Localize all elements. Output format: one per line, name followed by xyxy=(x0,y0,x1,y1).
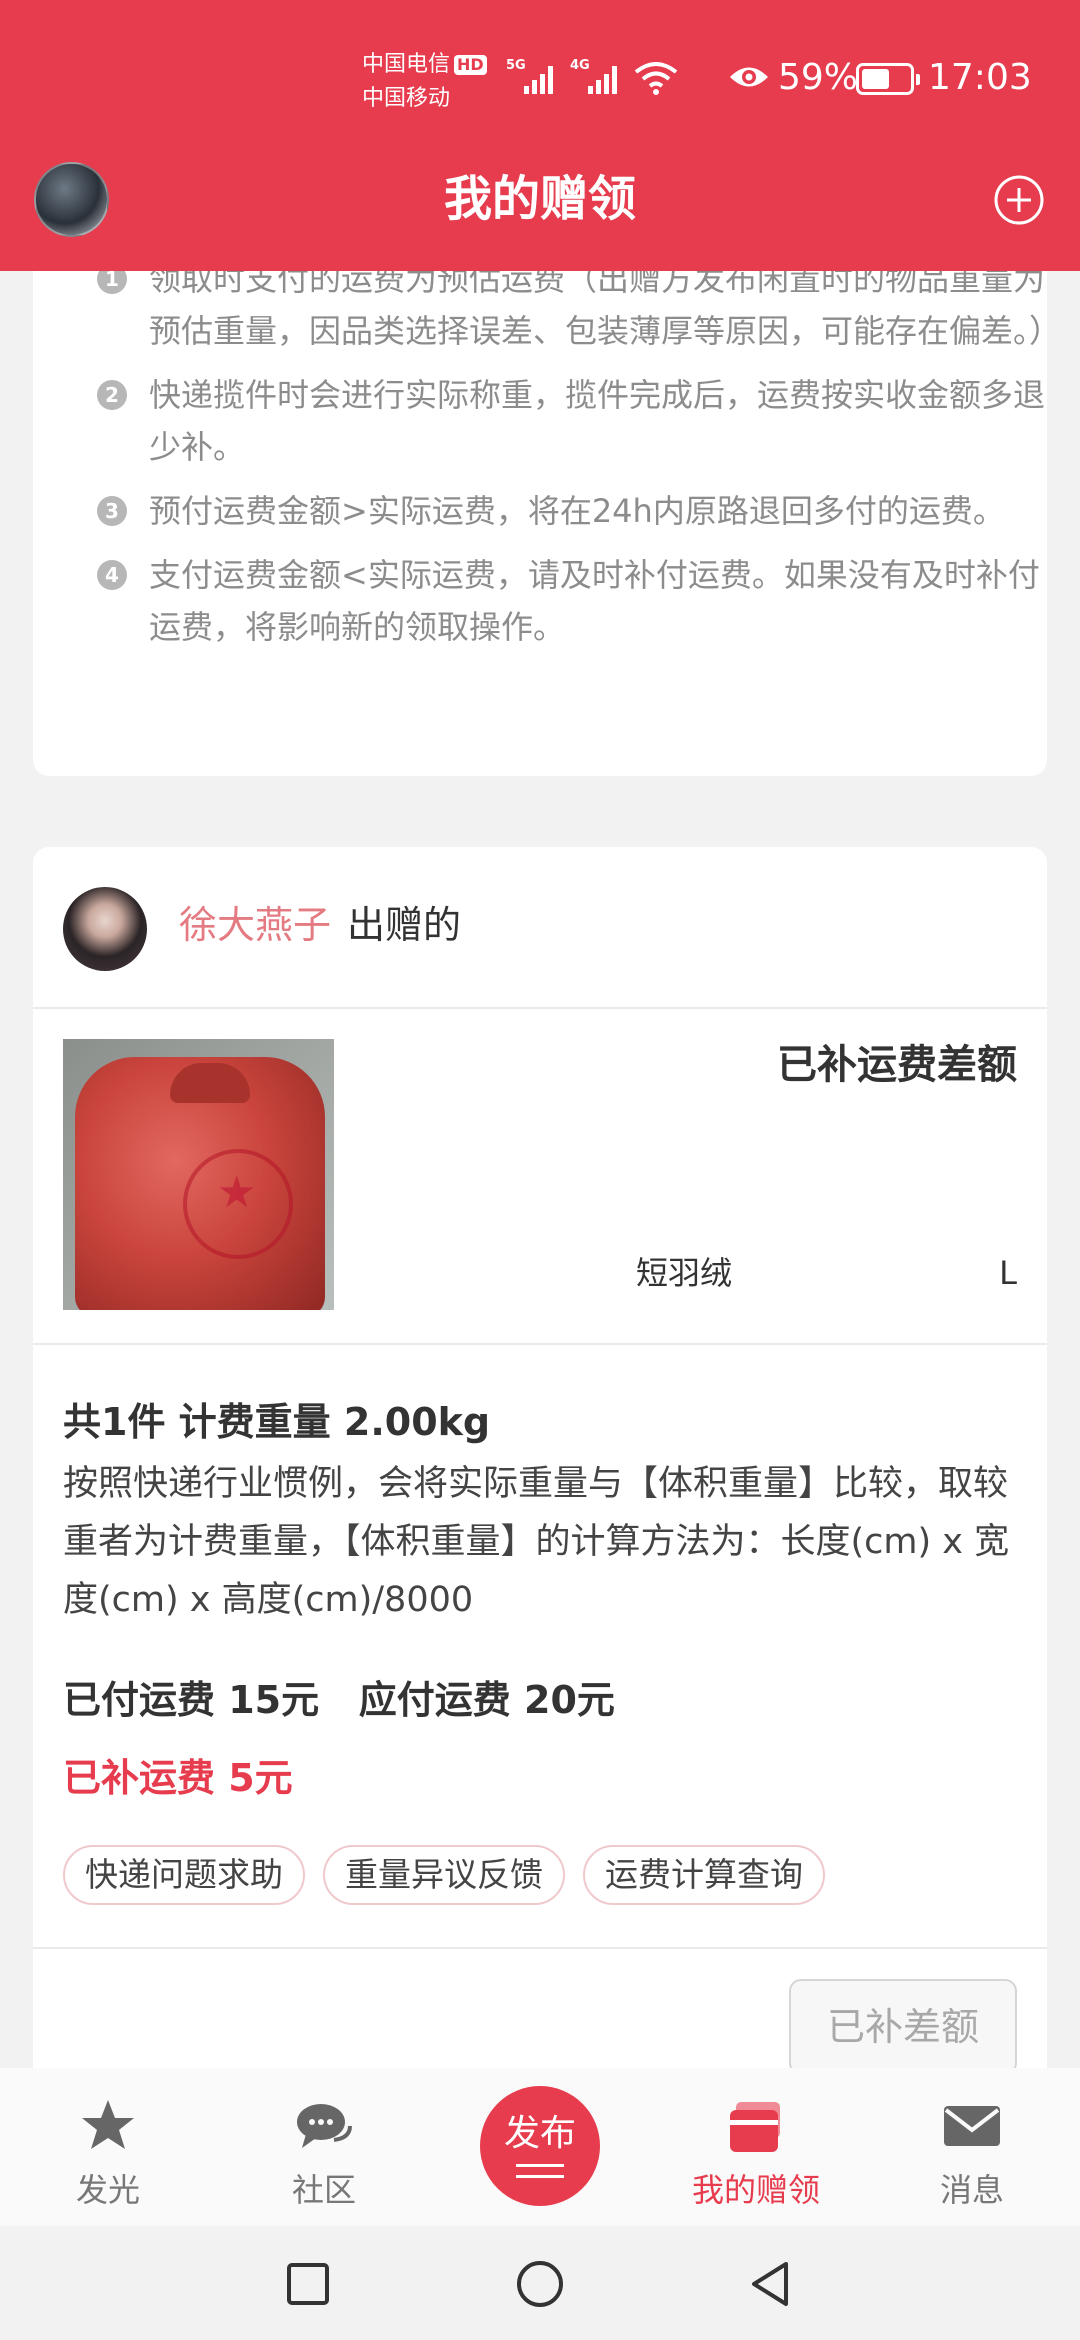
note-item: 1 领取时支付的运费为预估运费（出赠方发布闲置时的物品重量为预估重量，因品类选择误… xyxy=(63,271,1047,357)
product-row[interactable]: 已补运费差额 短羽绒 L xyxy=(33,1009,1047,1345)
tab-my-gifts[interactable]: 我的赠领 xyxy=(648,2068,864,2226)
donor-name[interactable]: 徐大燕子 xyxy=(179,895,331,955)
order-status: 已补运费差额 xyxy=(777,1042,1017,1088)
note-number-badge: 1 xyxy=(97,271,127,294)
billing-weight: 共1件 计费重量 2.00kg xyxy=(63,1400,491,1444)
signal-4g-icon: 4G xyxy=(570,58,624,98)
tab-label: 我的赠领 xyxy=(691,2171,820,2209)
order-card: 徐大燕子 出赠的 已补运费差额 短羽绒 L 共1件 计费重量 2.00kg 按照… xyxy=(33,847,1047,2068)
note-number-badge: 4 xyxy=(97,560,127,590)
carrier-2: 中国移动 xyxy=(362,86,451,111)
carrier-info: 中国电信 HD 中国移动 xyxy=(362,48,487,116)
chat-bubble-icon xyxy=(297,2104,352,2148)
tab-label: 消息 xyxy=(939,2171,1004,2209)
chip-weight-dispute[interactable]: 重量异议反馈 xyxy=(323,1845,565,1905)
note-item: 4 支付运费金额<实际运费，请及时补付运费。如果没有及时补付运费，将影响新的领取操… xyxy=(63,549,1047,653)
tab-label: 社区 xyxy=(291,2171,356,2209)
star-icon xyxy=(82,2100,134,2149)
item-name: 短羽绒 xyxy=(636,1254,733,1292)
fee-summary: 已付运费 15元 应付运费 20元 xyxy=(63,1678,615,1722)
bottom-tab-bar: 发光 社区 发布 我的赠领 消息 xyxy=(0,2068,1080,2226)
publish-icon xyxy=(516,2164,564,2178)
publish-label: 发布 xyxy=(503,2113,576,2154)
note-number-badge: 3 xyxy=(97,496,127,526)
home-icon[interactable] xyxy=(514,2258,566,2310)
note-text: 快递揽件时会进行实际称重，揽件完成后，运费按实收金额多退少补。 xyxy=(149,376,1046,466)
shipping-notes: 1 领取时支付的运费为预估运费（出赠方发布闲置时的物品重量为预估重量，因品类选择误… xyxy=(63,271,1047,665)
note-item: 3 预付运费金额>实际运费，将在24h内原路退回多付的运费。 xyxy=(63,485,1047,537)
page-title: 我的赠领 xyxy=(443,171,636,227)
donation-stamp-icon xyxy=(183,1149,293,1259)
note-number-badge: 2 xyxy=(97,380,127,410)
back-icon[interactable] xyxy=(744,2258,796,2310)
shipping-details: 共1件 计费重量 2.00kg 按照快递行业惯例，会将实际重量与【体积重量】比较… xyxy=(33,1345,1047,1949)
note-text: 支付运费金额<实际运费，请及时补付运费。如果没有及时补付运费，将影响新的领取操作… xyxy=(149,556,1040,646)
content-scroll[interactable]: 1 领取时支付的运费为预估运费（出赠方发布闲置时的物品重量为预估重量，因品类选择误… xyxy=(0,271,1080,2068)
help-chips: 快递问题求助 重量异议反馈 运费计算查询 xyxy=(63,1845,825,1905)
tab-community[interactable]: 社区 xyxy=(216,2068,432,2226)
note-text: 领取时支付的运费为预估运费（出赠方发布闲置时的物品重量为预估重量，因品类选择误差… xyxy=(149,271,1047,350)
wifi-icon xyxy=(634,62,678,95)
chip-fee-query[interactable]: 运费计算查询 xyxy=(583,1845,825,1905)
carrier-1: 中国电信 xyxy=(362,52,451,77)
recent-apps-icon[interactable] xyxy=(282,2258,334,2310)
shipping-notes-card: 1 领取时支付的运费为预估运费（出赠方发布闲置时的物品重量为预估重量，因品类选择误… xyxy=(33,271,1047,776)
system-nav-bar xyxy=(0,2226,1080,2340)
envelope-icon xyxy=(944,2106,1000,2146)
note-text: 预付运费金额>实际运费，将在24h内原路退回多付的运费。 xyxy=(149,492,1005,530)
nav-bar: 我的赠领 xyxy=(0,150,1080,271)
tab-messages[interactable]: 消息 xyxy=(864,2068,1080,2226)
battery-percent: 59% xyxy=(778,57,859,98)
paid-difference: 已补运费 5元 xyxy=(63,1756,293,1800)
signal-5g-icon: 5G xyxy=(506,58,560,98)
hd-badge: HD xyxy=(454,55,487,75)
product-thumbnail[interactable] xyxy=(63,1039,334,1310)
gift-card-icon xyxy=(730,2102,780,2152)
publish-button[interactable]: 发布 xyxy=(480,2086,600,2206)
tab-glow[interactable]: 发光 xyxy=(0,2068,216,2226)
chip-shipping-help[interactable]: 快递问题求助 xyxy=(63,1845,305,1905)
order-actions: 已补差额 xyxy=(33,1949,1047,2068)
donor-avatar[interactable] xyxy=(63,887,147,971)
tab-label: 发光 xyxy=(75,2171,140,2209)
weight-rule-text: 按照快递行业惯例，会将实际重量与【体积重量】比较，取较重者为计费重量，【体积重量… xyxy=(63,1464,1010,1620)
plus-circle-icon[interactable] xyxy=(993,174,1045,226)
eye-comfort-icon xyxy=(730,67,768,87)
donor-suffix: 出赠的 xyxy=(347,903,462,947)
clock: 17:03 xyxy=(928,57,1032,98)
battery-icon xyxy=(856,63,920,95)
donor-row[interactable]: 徐大燕子 出赠的 xyxy=(33,847,1047,1009)
status-bar: 中国电信 HD 中国移动 5G 4G 59% 17:03 xyxy=(0,0,1080,150)
note-item: 2 快递揽件时会进行实际称重，揽件完成后，运费按实收金额多退少补。 xyxy=(63,369,1047,473)
paid-difference-button[interactable]: 已补差额 xyxy=(789,1979,1017,2068)
app-header: 中国电信 HD 中国移动 5G 4G 59% 17:03 我的赠领 xyxy=(0,0,1080,271)
item-size: L xyxy=(999,1254,1017,1292)
